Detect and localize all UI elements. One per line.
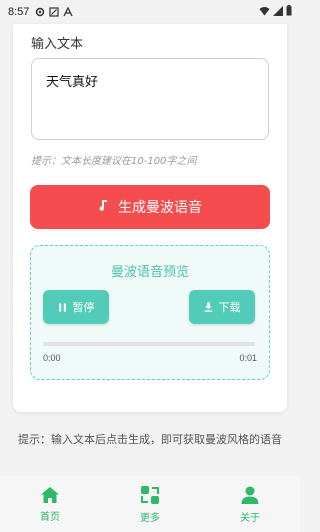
tab-about-label: 关于 [240,512,260,524]
tab-about[interactable]: 关于 [220,485,280,524]
wifi-icon [259,6,270,19]
download-button[interactable]: 下载 [189,290,255,324]
usage-tip: 提示：输入文本后点击生成，即可获取曼波风格的语音 [18,433,282,446]
status-bar: 8:57 [0,0,300,24]
status-time: 8:57 [8,6,30,18]
block-icon [49,7,60,17]
pause-button-label: 暂停 [72,301,95,314]
tab-more[interactable]: 更多 [120,485,180,524]
tab-home-label: 首页 [40,511,60,523]
status-right [259,5,292,19]
download-button-label: 下载 [218,301,241,314]
settings-icon [35,7,45,17]
preview-title: 曼波语音预览 [110,265,189,280]
current-time: 0:00 [43,353,61,363]
home-icon [41,486,59,503]
input-label: 输入文本 [31,37,84,52]
total-time: 0:01 [239,353,257,363]
pause-button[interactable]: 暂停 [43,290,109,324]
main-card: 输入文本 天气真好 提示：文本长度建议在10-100字之间 生成曼波语音 曼波语… [13,24,287,412]
generate-button-label: 生成曼波语音 [118,200,202,216]
length-hint: 提示：文本长度建议在10-100字之间 [31,156,197,167]
pause-icon [58,303,66,311]
preview-panel: 曼波语音预览 暂停 下载 0:00 0:01 [30,245,270,380]
download-icon [204,302,212,312]
user-icon [241,486,259,504]
tab-more-label: 更多 [140,512,160,524]
bottom-tab-bar: 首页 更多 关于 [0,476,300,532]
signal-icon [273,5,283,19]
more-icon [141,485,159,504]
tab-home[interactable]: 首页 [20,486,80,523]
battery-icon [286,5,292,19]
music-note-icon [98,199,108,215]
audio-progress-bar[interactable] [43,342,255,346]
text-input[interactable]: 天气真好 [31,58,269,140]
generate-button[interactable]: 生成曼波语音 [30,185,270,229]
font-icon [63,7,74,17]
